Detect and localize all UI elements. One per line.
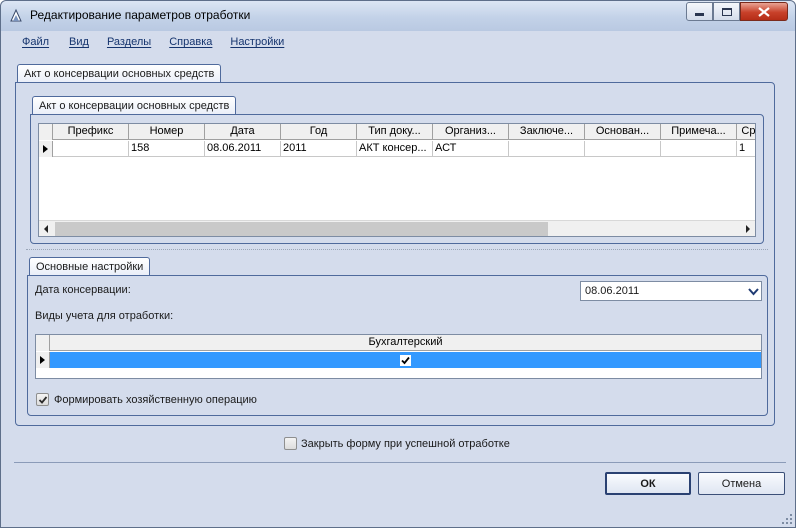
chevron-down-icon [748, 287, 759, 295]
cell-accounting-check[interactable] [50, 352, 761, 368]
cell-term[interactable]: 1 [737, 141, 755, 157]
conservation-date-value: 08.06.2011 [585, 285, 640, 297]
scroll-thumb[interactable] [55, 222, 548, 236]
accounting-types-grid[interactable]: Бухгалтерский [35, 334, 762, 379]
checkbox-accounting[interactable] [400, 354, 411, 366]
act-grid[interactable]: Префикс Номер Дата Год Тип доку... Орган… [38, 123, 756, 237]
scroll-right-icon[interactable] [746, 225, 750, 233]
title-bar[interactable]: Редактирование параметров отработки [1, 1, 795, 31]
form-operation-label[interactable]: Формировать хозяйственную операцию [54, 394, 257, 406]
cell-doc-type[interactable]: АКТ консер... [357, 141, 433, 157]
column-header[interactable]: Дата [205, 124, 281, 140]
current-row-icon [43, 145, 48, 153]
close-on-success-checkbox[interactable] [284, 437, 297, 450]
close-window-button[interactable] [740, 2, 788, 21]
checkmark-icon [38, 395, 47, 404]
date-dropdown-button[interactable] [746, 282, 761, 300]
column-header[interactable]: Год [281, 124, 357, 140]
dialog-client-area: Файл Вид Разделы Справка Настройки Акт о… [8, 31, 790, 522]
menu-settings[interactable]: Настройки [220, 33, 292, 53]
column-header[interactable]: Префикс [53, 124, 129, 140]
act-grid-hscrollbar[interactable] [39, 220, 755, 236]
column-header[interactable]: Основан... [585, 124, 661, 140]
column-header[interactable]: Сро [737, 124, 755, 140]
column-header[interactable]: Номер [129, 124, 205, 140]
cell-basis[interactable] [585, 141, 661, 157]
dialog-window: Редактирование параметров отработки Файл… [0, 0, 796, 528]
table-row[interactable]: 158 08.06.2011 2011 АКТ консер... АСТ 1 [39, 141, 755, 157]
cancel-button[interactable]: Отмена [698, 472, 785, 495]
resize-grip-icon[interactable] [781, 513, 793, 525]
scroll-left-icon[interactable] [44, 225, 48, 233]
accounting-grid-header: Бухгалтерский [36, 335, 761, 351]
cell-organization[interactable]: АСТ [433, 141, 509, 157]
conservation-date-label: Дата консервации: [35, 284, 131, 296]
tab-act-outer[interactable]: Акт о консервации основных средств [17, 64, 222, 83]
menu-file[interactable]: Файл [8, 33, 57, 53]
cell-note[interactable] [661, 141, 737, 157]
section-divider [26, 249, 768, 250]
footer-separator [14, 462, 786, 463]
cell-number[interactable]: 158 [129, 141, 205, 157]
minimize-button[interactable] [686, 2, 713, 21]
column-header[interactable]: Примеча... [661, 124, 737, 140]
minimize-icon [695, 13, 704, 16]
close-icon [758, 6, 770, 17]
tab-main-settings[interactable]: Основные настройки [29, 257, 151, 276]
close-on-success-label[interactable]: Закрыть форму при успешной отработке [301, 438, 510, 450]
accounting-types-label: Виды учета для отработки: [35, 310, 174, 322]
window-title: Редактирование параметров отработки [30, 8, 251, 22]
column-header-accounting[interactable]: Бухгалтерский [50, 335, 761, 351]
column-header[interactable]: Организ... [433, 124, 509, 140]
column-header[interactable]: Тип доку... [357, 124, 433, 140]
row-indicator [36, 352, 50, 368]
menu-bar: Файл Вид Разделы Справка Настройки [8, 33, 292, 53]
form-operation-checkbox[interactable] [36, 393, 49, 406]
conservation-date-field[interactable]: 08.06.2011 [580, 281, 762, 301]
table-row[interactable] [36, 352, 761, 368]
tab-act-grid[interactable]: Акт о консервации основных средств [32, 96, 237, 115]
cell-conclusion[interactable] [509, 141, 585, 157]
row-indicator-header [36, 335, 50, 351]
maximize-button[interactable] [713, 2, 740, 21]
cell-prefix[interactable] [53, 141, 129, 157]
current-row-icon [40, 356, 45, 364]
cell-year[interactable]: 2011 [281, 141, 357, 157]
ok-button[interactable]: ОК [605, 472, 691, 495]
menu-sections[interactable]: Разделы [97, 33, 159, 53]
act-grid-header: Префикс Номер Дата Год Тип доку... Орган… [39, 124, 755, 140]
menu-view[interactable]: Вид [57, 33, 97, 53]
row-indicator [39, 141, 53, 157]
checkmark-icon [401, 356, 410, 364]
menu-help[interactable]: Справка [159, 33, 220, 53]
app-icon [10, 8, 22, 22]
row-indicator-header [39, 124, 53, 140]
column-header[interactable]: Заключе... [509, 124, 585, 140]
maximize-icon [721, 7, 732, 16]
cell-date[interactable]: 08.06.2011 [205, 141, 281, 157]
